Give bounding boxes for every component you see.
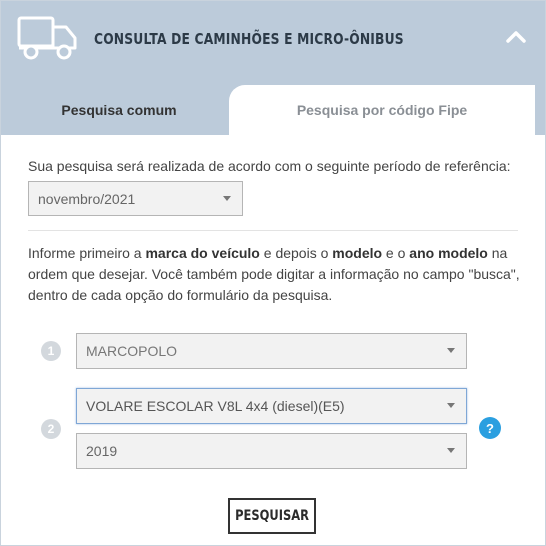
brand-select[interactable]: MARCOPOLO [76,333,467,369]
step-1-badge: 1 [41,341,61,361]
year-select-value: 2019 [86,443,118,459]
caret-down-icon [447,348,455,353]
year-select[interactable]: 2019 [76,433,467,469]
fipe-consult-panel: CONSULTA DE CAMINHÕES E MICRO-ÔNIBUS Pes… [0,0,546,546]
instructions-part: e depois o [259,245,333,261]
caret-down-icon [447,403,455,408]
model-select[interactable]: VOLARE ESCOLAR V8L 4x4 (diesel)(E5) [76,388,467,424]
divider [28,230,518,231]
truck-icon [17,16,77,60]
caret-down-icon [447,448,455,453]
instructions-part: e o [382,245,410,261]
help-icon[interactable]: ? [479,417,501,439]
tab-common-search[interactable]: Pesquisa comum [9,85,229,135]
period-select-value: novembro/2021 [38,190,136,207]
brand-select-value: MARCOPOLO [86,343,178,359]
instructions-bold-brand: marca do veículo [145,245,260,261]
instructions-bold-year: ano modelo [409,245,488,261]
step-2-badge: 2 [41,419,61,439]
instructions-bold-model: modelo [332,245,383,261]
period-select[interactable]: novembro/2021 [28,181,243,216]
caret-down-icon [223,195,231,201]
search-button[interactable]: PESQUISAR [228,498,316,534]
chevron-up-icon[interactable] [503,25,529,49]
model-select-value: VOLARE ESCOLAR V8L 4x4 (diesel)(E5) [86,398,345,414]
panel-header[interactable]: CONSULTA DE CAMINHÕES E MICRO-ÔNIBUS [1,1,545,73]
page-title: CONSULTA DE CAMINHÕES E MICRO-ÔNIBUS [94,30,404,48]
instructions-text: Informe primeiro a marca do veículo e de… [28,243,522,306]
search-button-label: PESQUISAR [235,508,309,524]
tab-fipe-code-search[interactable]: Pesquisa por código Fipe [229,85,535,135]
instructions-part: Informe primeiro a [28,245,146,261]
period-label: Sua pesquisa será realizada de acordo co… [28,158,511,174]
tabs-bar: Pesquisa comum Pesquisa por código Fipe [1,73,545,135]
